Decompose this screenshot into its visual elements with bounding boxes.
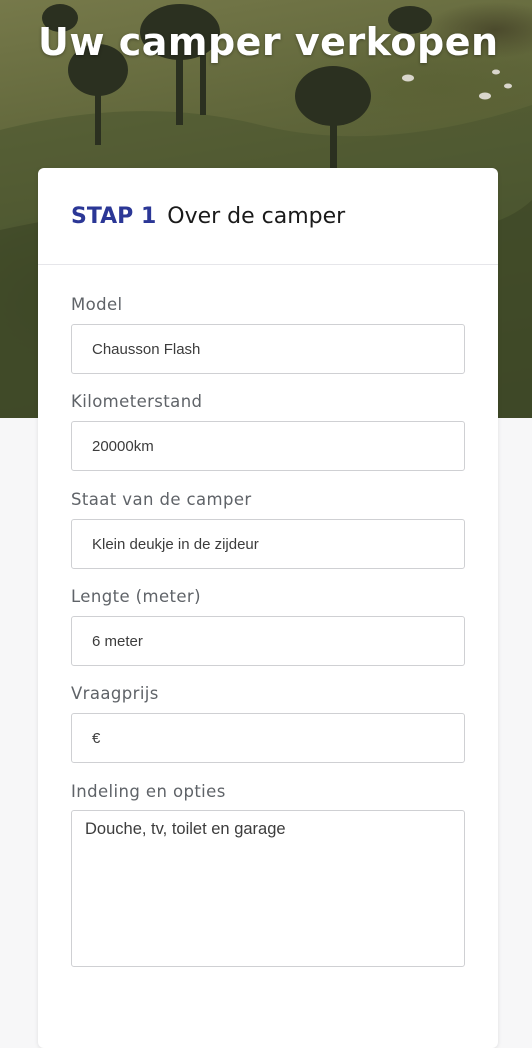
lengte-label: Lengte (meter): [71, 587, 201, 606]
vraagprijs-input[interactable]: [71, 713, 465, 763]
model-label: Model: [71, 295, 123, 314]
kilometerstand-label: Kilometerstand: [71, 392, 203, 411]
page-title: Uw camper verkopen: [38, 20, 499, 64]
step-header: STAP 1 Over de camper: [38, 168, 498, 265]
lengte-input[interactable]: [71, 616, 465, 666]
staat-input[interactable]: [71, 519, 465, 569]
indeling-label: Indeling en opties: [71, 782, 226, 801]
vraagprijs-label: Vraagprijs: [71, 684, 159, 703]
step-title: Over de camper: [167, 204, 346, 229]
step-number: STAP 1: [71, 204, 157, 229]
indeling-textarea[interactable]: Douche, tv, toilet en garage: [71, 810, 465, 967]
model-input[interactable]: [71, 324, 465, 374]
staat-label: Staat van de camper: [71, 490, 252, 509]
form-card: STAP 1 Over de camper Model Kilometersta…: [38, 168, 498, 1048]
kilometerstand-input[interactable]: [71, 421, 465, 471]
